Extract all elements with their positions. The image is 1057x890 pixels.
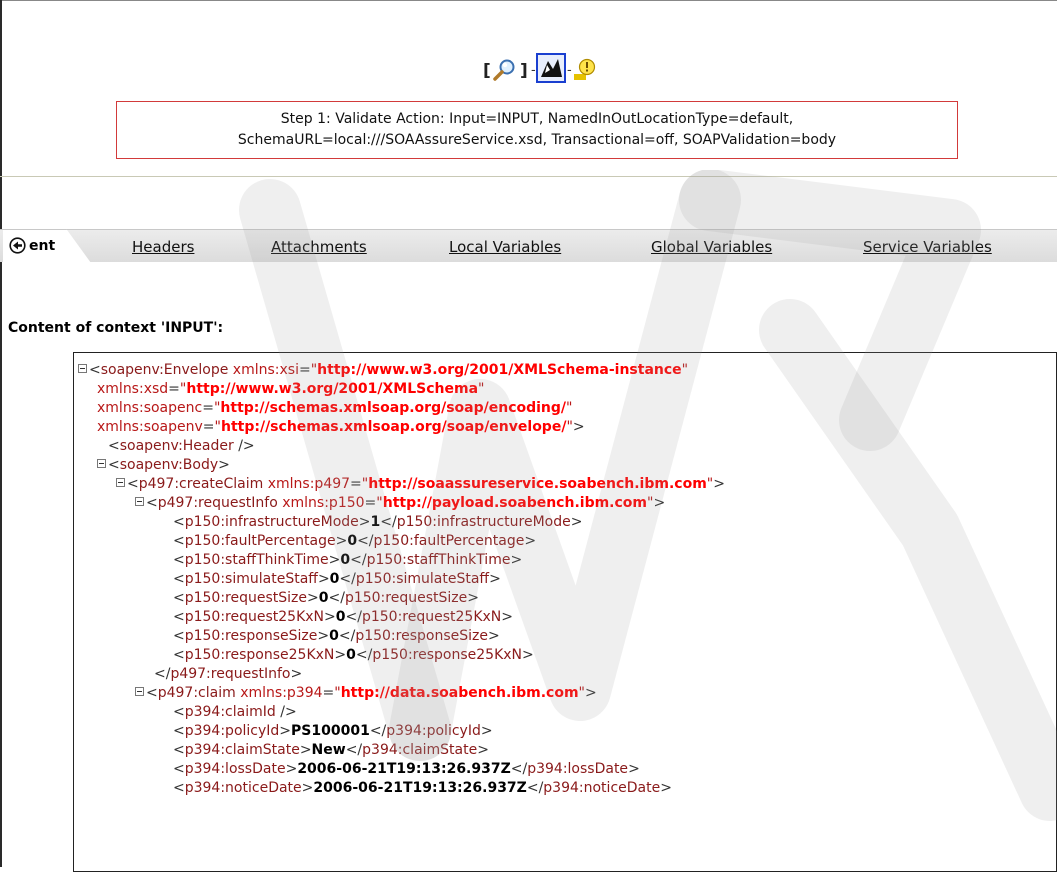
xml-line: <p150:response25KxN>0</p150:response25Kx… [173,647,534,663]
collapse-toggle[interactable] [116,478,125,487]
xml-line: <p394:claimId /> [173,704,297,720]
xml-tree-view: <soapenv:Envelope xmlns:xsi="http://www.… [73,352,1057,872]
tab-attachments[interactable]: Attachments [271,238,367,256]
xml-line: <p150:staffThinkTime>0</p150:staffThinkT… [173,552,523,568]
collapse-toggle[interactable] [97,459,106,468]
section-divider [0,176,1057,177]
xml-line: <soapenv:Body> [97,456,230,474]
window-top-border [0,0,1057,1]
xml-line: <p150:request25KxN>0</p150:request25KxN> [173,609,513,625]
action-toolbar: [ ] - - [483,53,643,86]
xml-line: xmlns:soapenv="http://schemas.xmlsoap.or… [97,419,585,435]
xml-line: <p394:claimState>New</p394:claimState> [173,742,489,758]
collapse-toggle[interactable] [135,497,144,506]
xml-line: <soapenv:Header /> [108,438,255,454]
probe-icon[interactable] [536,53,566,83]
xml-line: <p394:noticeDate>2006-06-21T19:13:26.937… [173,780,672,796]
right-bracket: ] [520,61,528,81]
tab-global-variables[interactable]: Global Variables [651,238,772,256]
xml-line: <p150:responseSize>0</p150:responseSize> [173,628,500,644]
step-line-2: SchemaURL=local:///SOAAssureService.xsd,… [237,132,837,148]
xml-line: <p394:policyId>PS100001</p394:policyId> [173,723,493,739]
context-tabs-bar: ent Headers Attachments Local Variables … [0,229,1057,263]
collapse-toggle[interactable] [78,364,87,373]
magnifier-icon[interactable] [492,58,518,82]
toolbar-separator: - [531,63,536,78]
step-line-1: Step 1: Validate Action: Input=INPUT, Na… [280,111,794,127]
toolbar-separator-2: - [567,63,572,78]
xml-line: <p150:simulateStaff>0</p150:simulateStaf… [173,571,501,587]
left-bracket: [ [483,61,491,81]
xml-line: xmlns:xsd="http://www.w3.org/2001/XMLSch… [97,381,485,397]
collapse-toggle[interactable] [135,687,144,696]
xml-line: <p497:claim xmlns:p394="http://data.soab… [135,684,597,702]
content-heading: Content of context 'INPUT': [8,320,224,336]
tab-content-label[interactable]: ent [29,238,55,254]
xml-line: <p150:faultPercentage>0</p150:faultPerce… [173,533,537,549]
xml-line: <p150:infrastructureMode>1</p150:infrast… [173,514,583,530]
xml-line: <p394:lossDate>2006-06-21T19:13:26.937Z<… [173,761,640,777]
xml-line: <soapenv:Envelope xmlns:xsi="http://www.… [78,361,688,379]
xml-line: xmlns:soapenc="http://schemas.xmlsoap.or… [97,400,573,416]
tab-headers[interactable]: Headers [132,238,194,256]
xml-line: <p497:createClaim xmlns:p497="http://soa… [116,475,725,493]
lightbulb-icon[interactable] [573,58,597,82]
step-description-box: Step 1: Validate Action: Input=INPUT, Na… [116,101,958,159]
xml-line: </p497:requestInfo> [154,666,303,682]
xml-line: <p497:requestInfo xmlns:p150="http://pay… [135,494,665,512]
back-arrow-icon[interactable] [9,237,26,254]
tab-local-variables[interactable]: Local Variables [449,238,561,256]
tab-service-variables[interactable]: Service Variables [863,238,992,256]
window-left-border [0,0,2,867]
xml-line: <p150:requestSize>0</p150:requestSize> [173,590,479,606]
